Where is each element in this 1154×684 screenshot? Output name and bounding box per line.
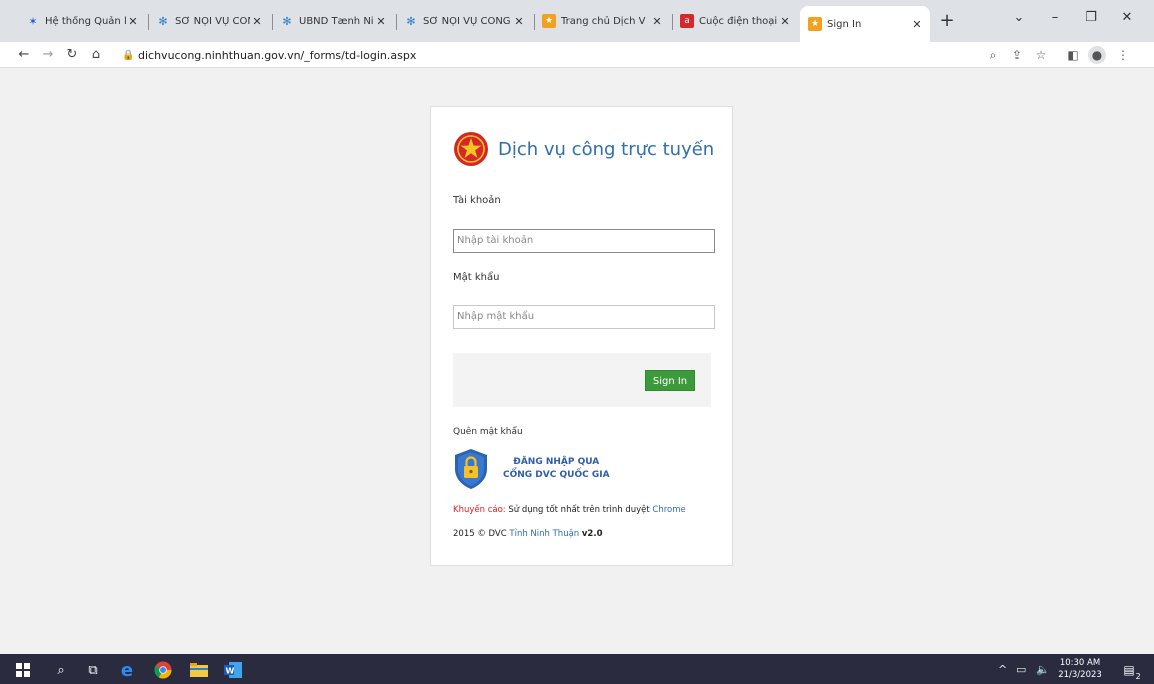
tab-strip: ✶ Hệ thống Quản lý ✕ ✻ SỞ NỘI VỤ CÔNG ✕ … — [0, 0, 1154, 42]
close-icon[interactable]: ✕ — [650, 15, 664, 28]
side-panel-icon[interactable]: ◧ — [1064, 46, 1082, 64]
notification-badge: 2 — [1135, 672, 1141, 681]
menu-kebab-icon[interactable]: ⋮ — [1114, 46, 1132, 64]
page-title: Dịch vụ công trực tuyến — [498, 138, 715, 160]
search-icon[interactable]: ⌕ — [50, 659, 72, 681]
browser-tab[interactable]: ✻ UBND Tænh Ninh ✕ — [274, 8, 394, 34]
gov-favicon-icon: ✻ — [406, 14, 416, 28]
forward-icon[interactable]: → — [38, 45, 58, 65]
national-emblem-icon — [454, 132, 488, 166]
tab-title: SỞ NỘI VỤ CÔNG — [423, 15, 511, 27]
tab-title: Trang chủ Dịch V — [561, 15, 646, 27]
word-icon[interactable]: W — [222, 659, 244, 681]
signin-button[interactable]: Sign In — [645, 370, 695, 391]
tab-title: Sign In — [827, 18, 862, 30]
tab-search-chevron-icon[interactable]: ⌄ — [1004, 10, 1034, 32]
lock-icon[interactable]: 🔒 — [122, 50, 138, 61]
shield-lock-icon — [455, 449, 487, 489]
tab-separator — [272, 14, 273, 30]
network-icon[interactable]: ▭ — [1016, 663, 1026, 676]
notification-center-icon[interactable]: ▤ 2 — [1118, 659, 1140, 681]
tab-separator — [672, 14, 673, 30]
page-body: Dịch vụ công trực tuyến Tài khoản Nhập t… — [0, 68, 1154, 654]
svg-text:W: W — [226, 667, 235, 676]
province-link[interactable]: Tỉnh Ninh Thuận — [509, 529, 579, 539]
restore-button[interactable]: ❐ — [1076, 10, 1106, 32]
chrome-link[interactable]: Chrome — [652, 505, 685, 515]
file-explorer-icon[interactable] — [188, 659, 210, 681]
zoom-icon[interactable]: ⌕ — [984, 46, 1002, 64]
new-tab-button[interactable]: + — [936, 10, 958, 32]
reload-icon[interactable]: ↻ — [62, 45, 82, 65]
version-label: v2.0 — [581, 529, 603, 539]
dvc-favicon-icon: ★ — [808, 17, 822, 31]
note-text: Sử dụng tốt nhất trên trình duyệt — [505, 505, 653, 515]
browser-tab[interactable]: ✻ SỞ NỘI VỤ CÔNG ✕ — [398, 8, 532, 34]
password-label: Mật khẩu — [453, 272, 500, 283]
national-portal-line2: CỔNG DVC QUỐC GIA — [503, 470, 610, 480]
close-icon[interactable]: ✕ — [374, 15, 388, 28]
browser-tab[interactable]: ★ Trang chủ Dịch V ✕ — [536, 8, 670, 34]
edge-favicon-icon: ✶ — [28, 14, 38, 28]
national-portal-text: ĐĂNG NHẬP QUA CỔNG DVC QUỐC GIA — [503, 456, 610, 482]
browser-recommendation: Khuyến cáo: Sử dụng tốt nhất trên trình … — [453, 505, 686, 515]
address-bar[interactable]: 🔒 dichvucong.ninhthuan.gov.vn/_forms/td-… — [122, 44, 982, 66]
edge-icon[interactable]: e — [116, 659, 138, 681]
browser-tab-active[interactable]: ★ Sign In ✕ — [800, 6, 930, 42]
browser-toolbar: ← → ↻ ⌂ 🔒 dichvucong.ninhthuan.gov.vn/_f… — [0, 42, 1154, 68]
task-view-icon[interactable]: ⧉ — [82, 659, 104, 681]
phone-favicon-icon: a — [680, 14, 694, 28]
volume-icon[interactable]: 🔈 — [1036, 663, 1050, 676]
tab-title: UBND Tænh Ninh — [299, 15, 374, 27]
chrome-icon[interactable] — [152, 659, 174, 681]
account-input[interactable]: Nhập tài khoản — [453, 229, 715, 253]
login-card: Dịch vụ công trực tuyến Tài khoản Nhập t… — [430, 106, 733, 566]
close-window-button[interactable]: ✕ — [1112, 10, 1142, 32]
browser-tab[interactable]: ✶ Hệ thống Quản lý ✕ — [20, 8, 146, 34]
tab-separator — [534, 14, 535, 30]
national-portal-login-button[interactable]: ĐĂNG NHẬP QUA CỔNG DVC QUỐC GIA — [453, 447, 610, 491]
tab-title: Hệ thống Quản lý — [45, 15, 126, 27]
tab-title: SỞ NỘI VỤ CÔNG — [175, 15, 250, 27]
forgot-password-link[interactable]: Quên mật khẩu — [453, 427, 523, 437]
dvc-favicon-icon: ★ — [542, 14, 556, 28]
bookmark-star-icon[interactable]: ☆ — [1032, 46, 1050, 64]
system-clock[interactable]: 10:30 AM 21/3/2023 — [1058, 657, 1102, 681]
gov-favicon-icon: ✻ — [282, 14, 292, 28]
back-icon[interactable]: ← — [14, 45, 34, 65]
warning-label: Khuyến cáo: — [453, 505, 506, 515]
windows-taskbar: ⌕ ⧉ e W ^ ▭ 🔈 10:30 AM 21/3/2023 ▤ 2 — [0, 654, 1154, 684]
tray-chevron-icon[interactable]: ^ — [998, 663, 1007, 676]
browser-tab[interactable]: ✻ SỞ NỘI VỤ CÔNG ✕ — [150, 8, 270, 34]
close-icon[interactable]: ✕ — [250, 15, 264, 28]
gov-favicon-icon: ✻ — [158, 14, 168, 28]
windows-start-icon[interactable] — [12, 659, 34, 681]
account-label: Tài khoản — [453, 195, 501, 206]
password-input[interactable]: Nhập mật khẩu — [453, 305, 715, 329]
close-icon[interactable]: ✕ — [778, 15, 792, 28]
tab-separator — [148, 14, 149, 30]
tab-separator — [396, 14, 397, 30]
close-icon[interactable]: ✕ — [512, 15, 526, 28]
profile-avatar-icon[interactable]: ● — [1088, 46, 1106, 64]
close-icon[interactable]: ✕ — [126, 15, 140, 28]
national-portal-line1: ĐĂNG NHẬP QUA — [513, 457, 600, 467]
url-text[interactable]: dichvucong.ninhthuan.gov.vn/_forms/td-lo… — [138, 49, 416, 62]
share-icon[interactable]: ⇪ — [1008, 46, 1026, 64]
close-icon[interactable]: ✕ — [910, 18, 924, 31]
copyright: 2015 © DVC Tỉnh Ninh Thuận v2.0 — [453, 529, 603, 539]
button-area: Sign In — [453, 353, 711, 407]
home-icon[interactable]: ⌂ — [86, 45, 106, 65]
clock-date: 21/3/2023 — [1058, 670, 1102, 680]
clock-time: 10:30 AM — [1059, 658, 1101, 668]
tab-title: Cuộc điện thoại c — [699, 15, 778, 27]
copyright-prefix: 2015 © DVC — [453, 529, 510, 539]
minimize-button[interactable]: – — [1040, 10, 1070, 32]
browser-tab[interactable]: a Cuộc điện thoại c ✕ — [674, 8, 798, 34]
brand-header: Dịch vụ công trực tuyến — [453, 131, 714, 167]
